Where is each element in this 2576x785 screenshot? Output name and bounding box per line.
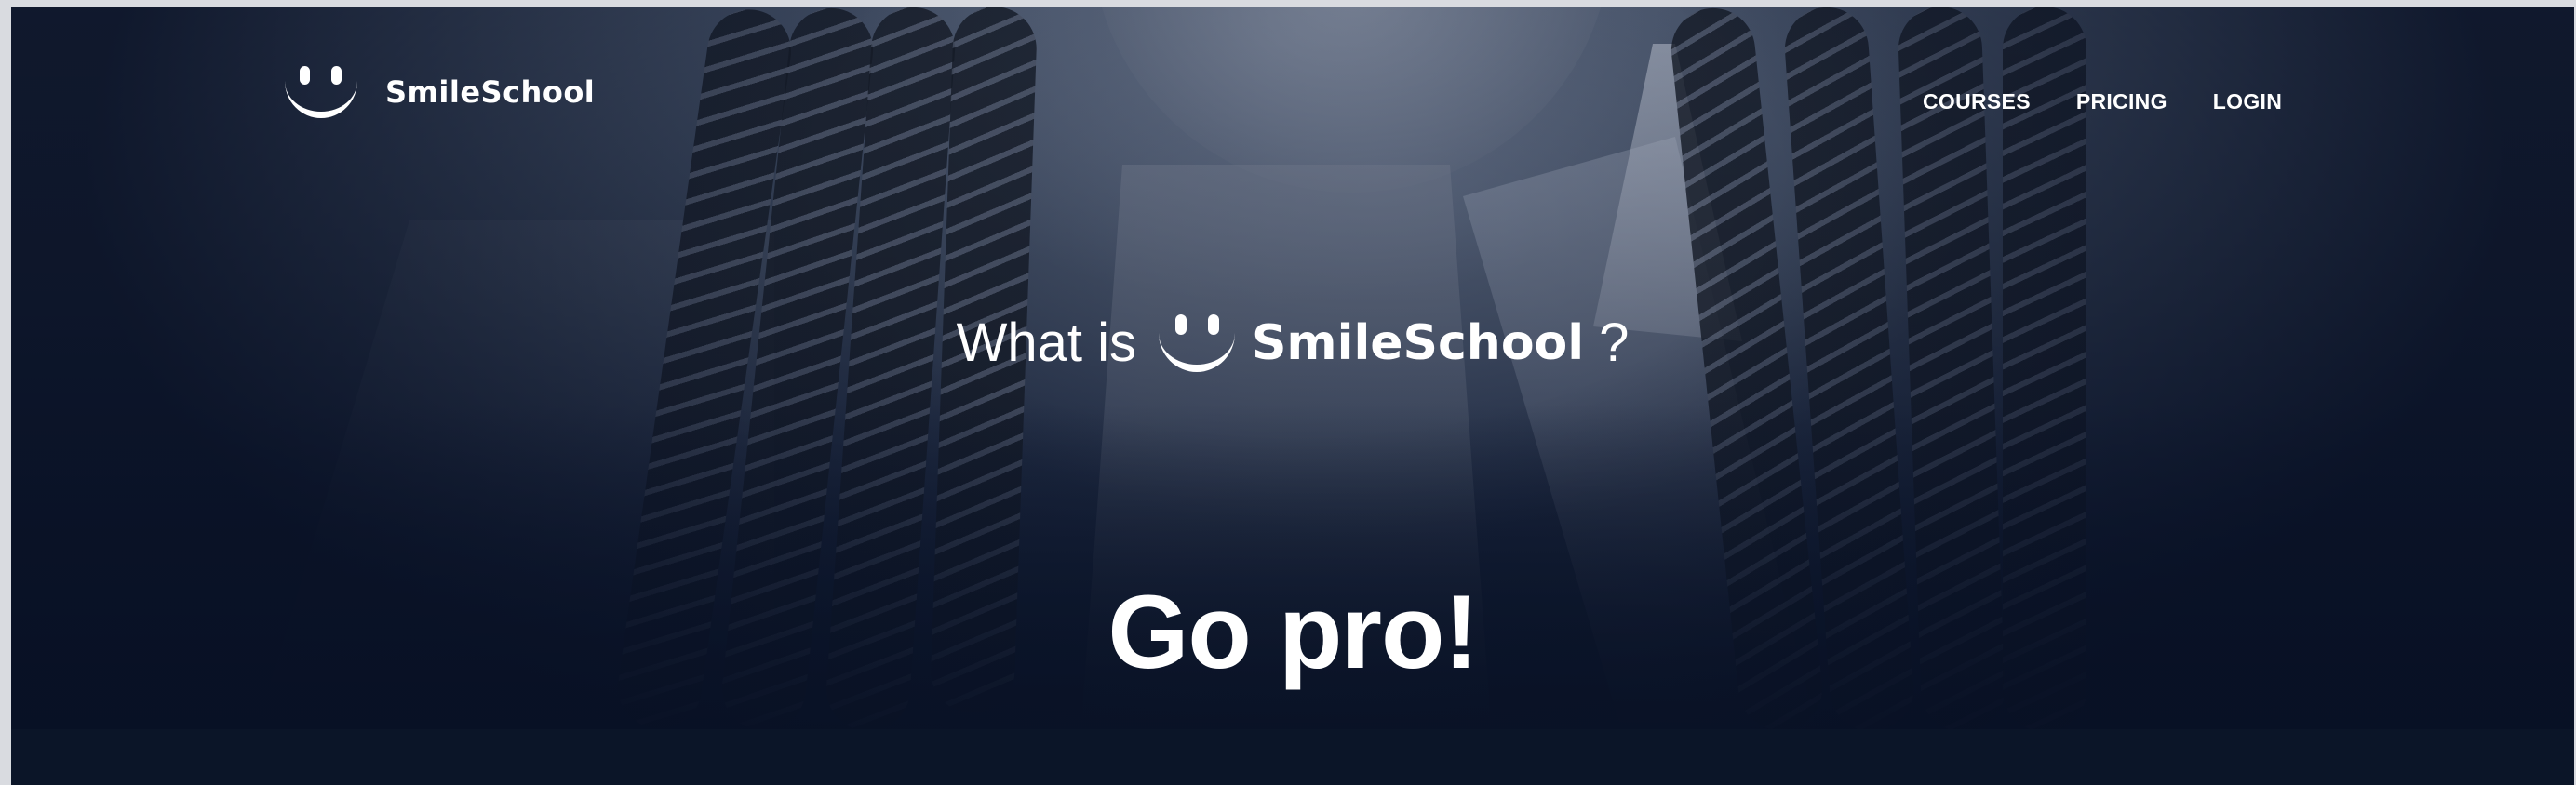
page-below-hero <box>11 729 2574 785</box>
browser-viewport: SmileSchool COURSES PRICING LOGIN What i… <box>0 0 2576 785</box>
headline-brand: SmileSchool <box>1251 314 1585 371</box>
nav-link-login[interactable]: LOGIN <box>2213 89 2282 114</box>
hero-tagline: Go pro! <box>1107 574 1478 690</box>
brand-logo-link[interactable]: SmileSchool <box>285 64 595 120</box>
brand-name: SmileSchool <box>385 74 596 110</box>
window-edge-left <box>0 0 11 785</box>
main-nav: COURSES PRICING LOGIN <box>1923 89 2282 114</box>
smile-icon <box>1158 313 1235 374</box>
hero-headline: What is SmileSchool ? <box>11 312 2574 374</box>
navbar: SmileSchool COURSES PRICING LOGIN <box>11 7 2574 193</box>
headline-suffix: ? <box>1599 313 1630 373</box>
smile-icon <box>285 64 357 120</box>
hero-section: SmileSchool COURSES PRICING LOGIN What i… <box>11 7 2574 729</box>
headline-prefix: What is <box>956 313 1136 373</box>
nav-link-courses[interactable]: COURSES <box>1923 89 2031 114</box>
window-edge-top <box>11 0 2574 7</box>
nav-link-pricing[interactable]: PRICING <box>2076 89 2167 114</box>
